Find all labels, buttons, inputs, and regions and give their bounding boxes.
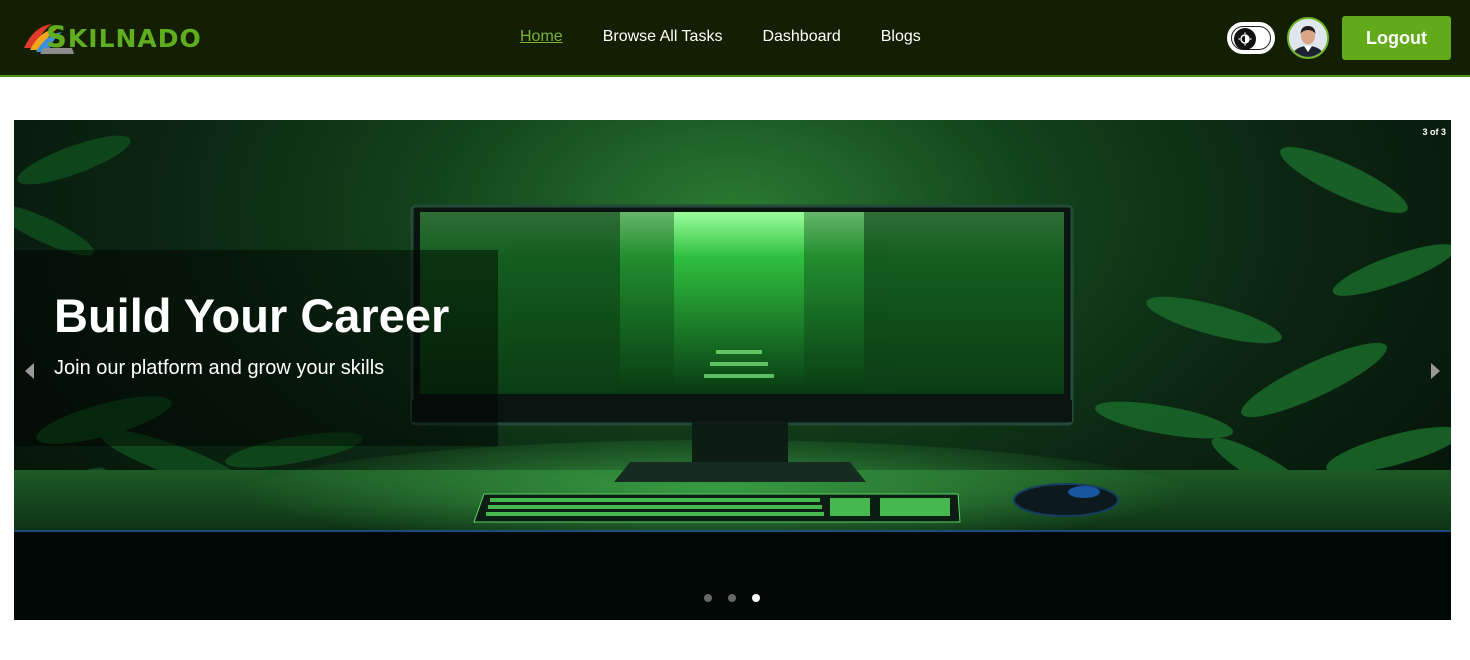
hero-carousel: 3 of 3 Build Your Career Join our platfo… — [14, 120, 1451, 620]
carousel-dot-2[interactable] — [728, 594, 736, 602]
hero-title: Build Your Career — [54, 289, 450, 342]
chevron-right-icon — [1431, 363, 1440, 379]
hero-caption: Build Your Career Join our platform and … — [14, 250, 498, 446]
theme-toggle[interactable] — [1227, 22, 1275, 54]
carousel-dot-1[interactable] — [704, 594, 712, 602]
carousel-dot-3[interactable] — [752, 594, 760, 602]
chevron-left-icon — [25, 363, 34, 379]
main-nav: Home Browse All Tasks Dashboard Blogs — [520, 28, 921, 46]
carousel-dots — [704, 594, 760, 602]
carousel-next-button[interactable] — [1427, 360, 1443, 382]
user-avatar[interactable] — [1287, 17, 1329, 59]
carousel-prev-button[interactable] — [22, 360, 38, 382]
nav-link-home[interactable]: Home — [520, 28, 563, 46]
user-avatar-icon — [1289, 19, 1327, 57]
site-logo[interactable]: SKILNADO — [22, 14, 212, 56]
hero-subtitle: Join our platform and grow your skills — [54, 357, 385, 379]
logo-text: SKILNADO — [46, 20, 202, 54]
logout-button[interactable]: Logout — [1342, 16, 1451, 60]
slide-counter: 3 of 3 — [1422, 127, 1446, 137]
nav-link-blogs[interactable]: Blogs — [881, 28, 921, 46]
nav-link-browse-all-tasks[interactable]: Browse All Tasks — [603, 28, 723, 46]
top-navbar: SKILNADO Home Browse All Tasks Dashboard… — [0, 0, 1470, 77]
sun-moon-icon — [1234, 28, 1256, 50]
nav-link-dashboard[interactable]: Dashboard — [762, 28, 840, 46]
